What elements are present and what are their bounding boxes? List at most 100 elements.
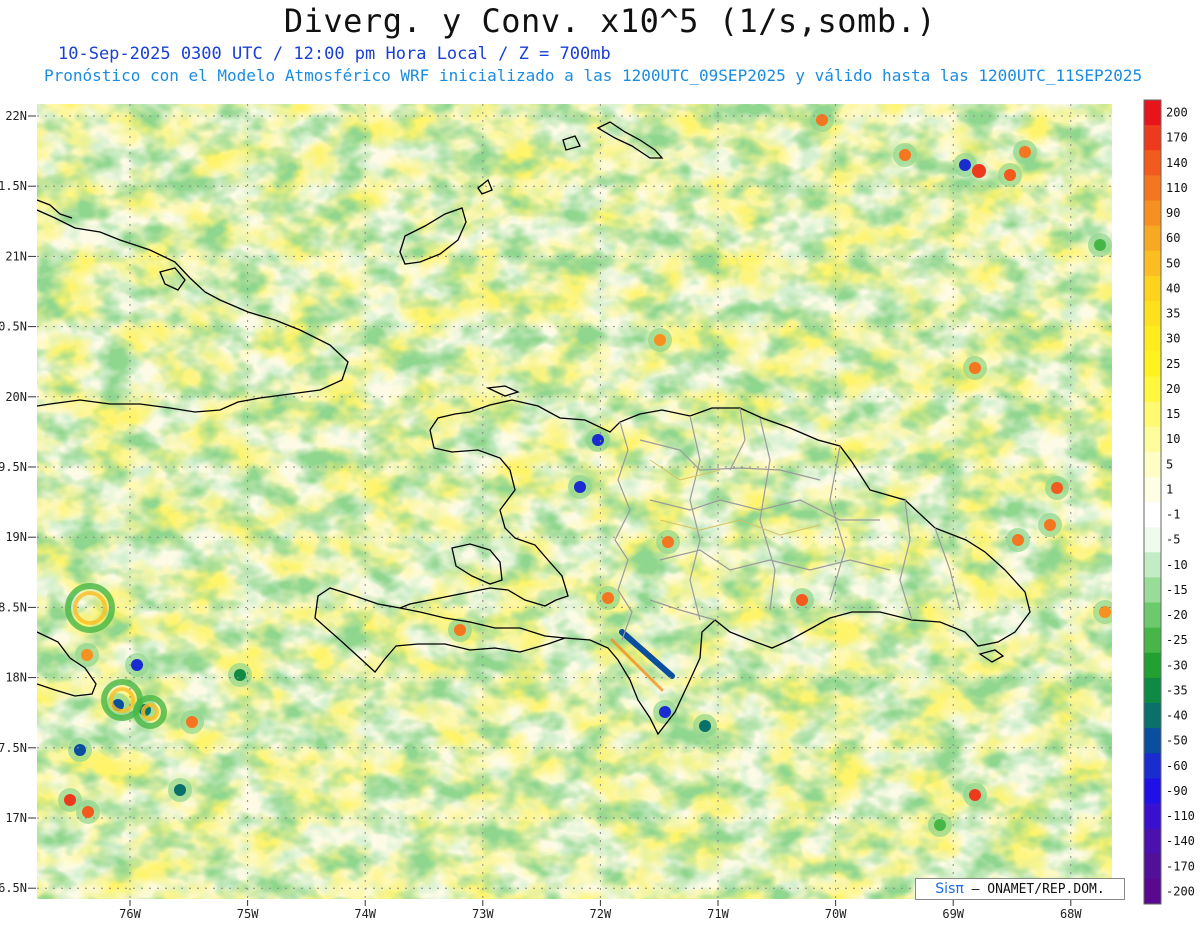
colorbar-label: 25 <box>1166 357 1180 371</box>
y-tick-label: 6.5N <box>0 881 27 895</box>
colorbar-swatch <box>1144 451 1161 478</box>
colorbar-label: -60 <box>1166 759 1188 773</box>
colorbar-swatch <box>1144 326 1161 352</box>
colorbar-label: 60 <box>1166 231 1180 245</box>
credit-box: Sisπ – ONAMET/REP.DOM. <box>915 878 1125 900</box>
colorbar-swatch <box>1144 652 1161 679</box>
convection-cell-core <box>1012 534 1024 546</box>
colorbar-swatch <box>1144 476 1161 503</box>
convection-cell-core <box>1019 146 1031 158</box>
colorbar-swatch <box>1144 703 1161 729</box>
x-tick-label: 69W <box>942 907 964 921</box>
colorbar-label: 90 <box>1166 206 1180 220</box>
colorbar-swatch <box>1144 878 1161 905</box>
convection-cell-core <box>796 594 808 606</box>
sispi-logo: Sisπ <box>935 881 964 897</box>
colorbar-swatch <box>1144 100 1161 126</box>
colorbar-label: -25 <box>1166 633 1188 647</box>
colorbar-swatch <box>1144 728 1161 754</box>
convection-cell-core <box>592 434 604 446</box>
convection-cell-core <box>959 159 971 171</box>
colorbar-swatch <box>1144 602 1161 629</box>
colorbar-label: -15 <box>1166 583 1188 597</box>
colorbar-label: 40 <box>1166 281 1180 295</box>
x-tick-label: 74W <box>354 907 376 921</box>
colorbar-label: -90 <box>1166 784 1188 798</box>
colorbar-swatch <box>1144 200 1161 227</box>
convection-cell-core <box>1004 169 1016 181</box>
colorbar-label: 140 <box>1166 156 1188 170</box>
y-tick-label: 21N <box>5 249 27 263</box>
colorbar-swatch <box>1144 803 1161 830</box>
colorbar-label: 170 <box>1166 131 1188 145</box>
colorbar-label: -10 <box>1166 558 1188 572</box>
colorbar-label: 15 <box>1166 407 1180 421</box>
convection-cell-core <box>82 806 94 818</box>
convection-cell-core <box>1094 239 1106 251</box>
convection-cell-core <box>131 659 143 671</box>
colorbar-label: 5 <box>1166 457 1173 471</box>
colorbar-swatch <box>1144 250 1161 277</box>
convection-cell-core <box>969 362 981 374</box>
convection-cell-core <box>969 789 981 801</box>
convection-cell-core <box>574 481 586 493</box>
convection-cell-core <box>81 649 93 661</box>
convection-cell-core <box>934 819 946 831</box>
convection-cell-core <box>1051 482 1063 494</box>
convection-cell-core <box>699 720 711 732</box>
colorbar-label: -110 <box>1166 809 1195 823</box>
convection-cell-core <box>186 716 198 728</box>
colorbar-label: 20 <box>1166 382 1180 396</box>
convection-cell-core <box>662 536 674 548</box>
map-figure: 22N 1.5N 21N 0.5N 20N 9.5N 19N 8.5N 18N 7.5N 17N 6.… <box>0 99 1195 921</box>
convection-cell-core <box>972 164 986 178</box>
x-tick-label: 68W <box>1060 907 1082 921</box>
x-tick-label: 75W <box>237 907 259 921</box>
convection-cell-core <box>654 334 666 346</box>
colorbar-label: 200 <box>1166 106 1188 120</box>
colorbar-label: -140 <box>1166 834 1195 848</box>
colorbar-label: -50 <box>1166 734 1188 748</box>
convection-cell-core <box>454 624 466 636</box>
colorbar-swatch <box>1144 753 1161 779</box>
convection-cell-core <box>602 592 614 604</box>
colorbar-swatch <box>1144 627 1161 654</box>
colorbar-swatch <box>1144 426 1161 453</box>
colorbar-swatch <box>1144 125 1161 151</box>
credit-text: – ONAMET/REP.DOM. <box>971 882 1105 897</box>
colorbar-swatch <box>1144 175 1161 201</box>
colorbar-label: -20 <box>1166 608 1188 622</box>
colorbar: 200 170 140 110 90 60 50 40 35 30 25 20 15 10 5 1 -1 -5 -1… <box>1143 99 1195 905</box>
x-tick-label: 76W <box>119 907 141 921</box>
colorbar-label: 10 <box>1166 432 1180 446</box>
convection-cell-core <box>659 706 671 718</box>
y-tick-label: 18N <box>5 671 27 685</box>
y-tick-label: 8.5N <box>0 600 27 614</box>
y-tick-label: 22N <box>5 109 27 123</box>
y-tick-label: 17N <box>5 811 27 825</box>
colorbar-swatch <box>1144 401 1161 428</box>
colorbar-label: 50 <box>1166 256 1180 270</box>
y-tick-label: 9.5N <box>0 460 27 474</box>
colorbar-swatch <box>1144 275 1161 302</box>
colorbar-label: 30 <box>1166 332 1180 346</box>
colorbar-swatch <box>1144 577 1161 603</box>
divergence-field <box>37 104 1112 899</box>
colorbar-label: -5 <box>1166 533 1180 547</box>
colorbar-swatch <box>1144 225 1161 252</box>
y-tick-label: 19N <box>5 530 27 544</box>
colorbar-swatch <box>1144 351 1161 377</box>
colorbar-swatch <box>1144 376 1161 402</box>
convection-cell-core <box>899 149 911 161</box>
y-axis: 22N 1.5N 21N 0.5N 20N 9.5N 19N 8.5N 18N 7.5N 17N 6.… <box>0 109 36 895</box>
convection-cell-core <box>1044 519 1056 531</box>
y-tick-label: 0.5N <box>0 320 27 334</box>
colorbar-swatch <box>1144 527 1161 553</box>
x-tick-label: 71W <box>707 907 729 921</box>
colorbar-swatch <box>1144 552 1161 578</box>
colorbar-swatch <box>1144 778 1161 804</box>
convection-cell-core <box>64 794 76 806</box>
colorbar-swatch <box>1144 828 1161 855</box>
colorbar-label: -170 <box>1166 859 1195 873</box>
colorbar-label: -40 <box>1166 709 1188 723</box>
